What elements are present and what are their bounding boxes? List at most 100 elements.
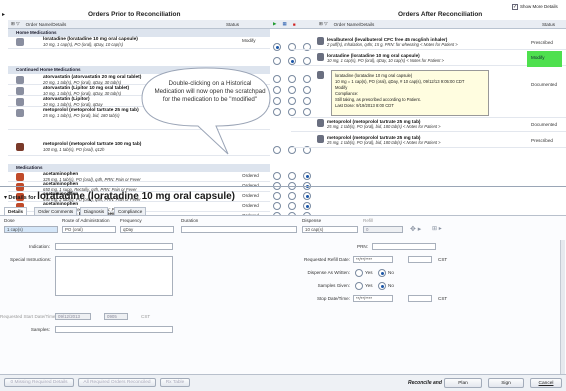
dispense-field[interactable]: 10 cap(s): [302, 226, 358, 233]
pill-bottle-icon: [16, 173, 24, 181]
dispense-as-written-label: Dispense As Written:: [307, 270, 350, 275]
tab-order-comments[interactable]: Order Comments: [34, 207, 78, 215]
order-detail: 10 mg, 1 cap(s), PO (oral), qDay, 10 cap…: [327, 58, 444, 63]
samples-field[interactable]: [55, 326, 173, 333]
right-order-row[interactable]: loratadine (loratadine 10 mg oral capsul…: [291, 52, 566, 66]
arrows-icon[interactable]: ✥ ▸: [410, 225, 421, 233]
medication-icon: [317, 71, 324, 79]
tab-details[interactable]: Details: [4, 207, 28, 215]
missing-details-button[interactable]: 0 Missing Required Details: [4, 378, 74, 387]
plan-button[interactable]: Plan: [444, 378, 482, 388]
stop-time-field[interactable]: [408, 295, 432, 302]
continue-radio[interactable]: [273, 192, 281, 200]
order-status: Prescribed: [531, 138, 553, 143]
sign-button[interactable]: Sign: [488, 378, 524, 388]
order-detail: 10 mg, 1 cap(s), PO (oral), qDay, 10 cap…: [43, 42, 123, 47]
sg-yes-radio[interactable]: [355, 282, 363, 290]
order-status: Ordered: [242, 193, 259, 198]
order-status: Ordered: [242, 203, 259, 208]
medication-icon: [317, 135, 324, 143]
details-scrollbar[interactable]: [560, 240, 565, 380]
order-status: Documented: [531, 122, 558, 127]
section-medications[interactable]: Medications: [8, 164, 270, 172]
order-detail: 10 mg, 1 tab(s), PO (oral), qDay, 30 tab…: [43, 91, 122, 96]
left-order-row[interactable]: acetaminophen 325 mg, 1 tab(s), PO (oral)…: [8, 172, 270, 182]
right-column-header: ⊞ ▽ Order Name/Details Status: [316, 20, 566, 29]
filter-icon[interactable]: ⊞ ▽: [8, 21, 23, 27]
show-more-details-checkbox[interactable]: ✓: [512, 4, 518, 10]
right-order-row[interactable]: metoprolol (metoprolol tartrate 25 mg ta…: [291, 134, 566, 148]
details-prefix: Details for: [8, 195, 36, 201]
col-dose: Dose: [4, 218, 15, 223]
start-date-field[interactable]: 09/12/2013: [55, 313, 91, 320]
order-status: Modify: [242, 38, 256, 43]
stop-radio[interactable]: [303, 202, 311, 210]
modify-radio[interactable]: [288, 192, 296, 200]
prn-field[interactable]: [372, 243, 436, 250]
start-time-field[interactable]: 0905: [104, 313, 128, 320]
right-panel-title: Orders After Reconciliation: [398, 11, 483, 18]
action-column-header: ▶ ▦ ■: [270, 20, 316, 29]
details-header: ▾ Details for loratadine (loratadine 10 …: [4, 191, 235, 202]
samples-label: Samples:: [30, 327, 50, 332]
stop-date-field[interactable]: **/**/****: [353, 295, 393, 302]
col-route: Route of Administration: [62, 218, 110, 223]
frequency-field[interactable]: qDay: [120, 226, 174, 233]
sg-yes: Yes: [365, 283, 373, 288]
refill-date-field[interactable]: **/**/****: [353, 256, 393, 263]
refill-field[interactable]: 0: [363, 226, 403, 233]
continue-radio[interactable]: [273, 43, 281, 51]
modify-radio[interactable]: [288, 202, 296, 210]
duration-field[interactable]: [181, 226, 297, 233]
cancel-button[interactable]: Cancel: [530, 378, 562, 388]
order-detail: 2 puff(s), Inhalation, q4hr, 15 g, PRN: …: [327, 42, 458, 47]
special-instructions-label: Special Instructions:: [10, 257, 52, 262]
tab-compliance[interactable]: Compliance: [114, 207, 147, 215]
continue-radio[interactable]: [273, 202, 281, 210]
samples-given-label: Samples Given:: [317, 283, 350, 288]
rx-table-button[interactable]: Rx Table: [160, 378, 190, 387]
section-home-medications[interactable]: Home Medications: [8, 29, 270, 37]
order-status: Prescribed: [531, 40, 553, 45]
medication-icon: [317, 119, 324, 127]
pill-bottle-icon: [16, 183, 24, 191]
refill-time-field[interactable]: [408, 256, 432, 263]
medication-icon: [16, 98, 24, 106]
daw-no: No: [388, 270, 394, 275]
tab-diagnosis[interactable]: Diagnosis: [80, 207, 109, 215]
order-status: Documented: [531, 82, 558, 87]
special-instructions-field[interactable]: [55, 256, 173, 296]
right-order-row[interactable]: levalbuterol (levalbuterol CFC free 45 m…: [291, 36, 566, 50]
route-field[interactable]: PO (oral): [62, 226, 116, 233]
sg-no-radio[interactable]: [378, 282, 386, 290]
continue-radio[interactable]: [273, 172, 281, 180]
daw-yes-radio[interactable]: [355, 269, 363, 277]
modify-radio[interactable]: [288, 172, 296, 180]
indication-field[interactable]: [55, 243, 173, 250]
stop-icon[interactable]: ■: [290, 22, 299, 27]
reconciled-button[interactable]: All Required Orders Reconciled: [78, 378, 156, 387]
col-dispense: Dispense: [302, 218, 322, 223]
order-detail: 20 mg, 1 tab(s), PO (oral), qDay, 30 tab…: [43, 80, 122, 85]
stop-radio[interactable]: [303, 192, 311, 200]
order-status: Ordered: [242, 173, 259, 178]
dose-field[interactable]: 1 cap(s): [4, 226, 58, 233]
medication-icon: [16, 87, 24, 95]
details-collapse-icon[interactable]: ▾: [4, 195, 7, 201]
collapse-arrow-icon[interactable]: ▸: [2, 11, 5, 18]
modify-icon[interactable]: ▦: [280, 21, 290, 27]
filter-icon-right[interactable]: ⊞ ▽: [316, 21, 331, 27]
status-header-right: Status: [541, 21, 555, 27]
start-cst: CST: [141, 314, 151, 319]
right-order-row[interactable]: metoprolol (metoprolol tartrate 25 mg ta…: [291, 118, 566, 132]
continue-icon[interactable]: ▶: [270, 21, 280, 27]
left-column-header: ⊞ ▽ Order Name/Details Status: [8, 20, 270, 29]
calc-icon[interactable]: ⊞ ▸: [432, 225, 442, 232]
stop-radio[interactable]: [303, 172, 311, 180]
left-order-row[interactable]: loratadine (loratadine 10 mg oral capsul…: [8, 37, 270, 49]
show-more-details-label: Show More Details: [520, 4, 558, 9]
order-detail: 100 mg, 1 tab(s), PO (oral), q12h: [43, 147, 105, 152]
col-duration: Duration: [181, 218, 199, 223]
left-panel-title: Orders Prior to Reconciliation: [88, 11, 181, 18]
daw-no-radio[interactable]: [378, 269, 386, 277]
